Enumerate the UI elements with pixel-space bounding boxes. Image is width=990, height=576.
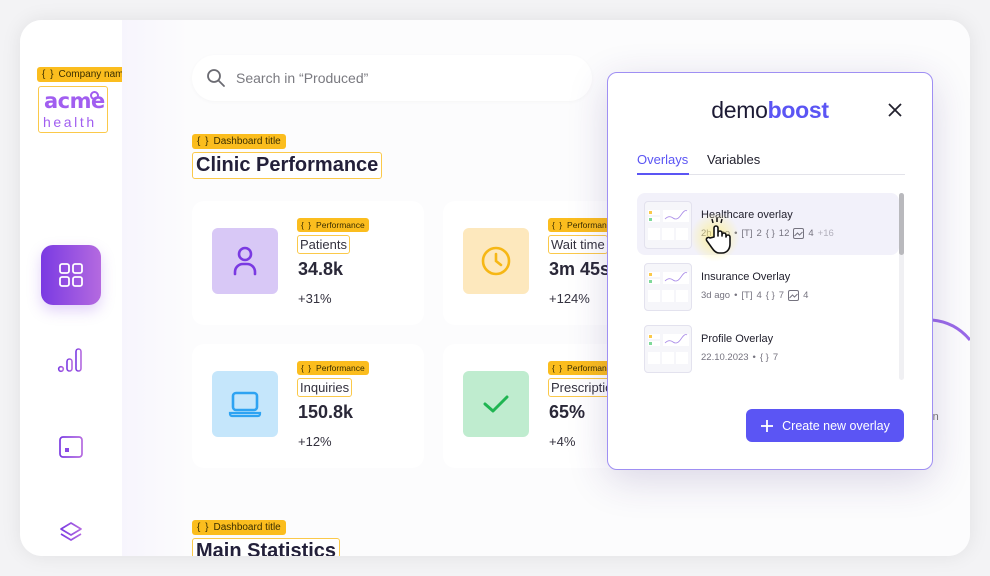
section-title: Main Statistics <box>192 538 341 556</box>
variable-count: 12 <box>778 228 790 239</box>
text-count: 2 <box>756 228 762 239</box>
page-title: Clinic Performance <box>192 152 383 179</box>
overlay-meta: 22.10.2023 • { } 7 <box>701 352 778 363</box>
image-icon <box>788 290 800 301</box>
dashboard-thumbnail-icon <box>648 334 689 364</box>
more-count: +16 <box>817 228 834 239</box>
overlay-time: 3d ago <box>701 290 731 301</box>
performance-variable-tag[interactable]: { } Performance <box>297 215 369 233</box>
braces-icon: { } <box>765 290 775 301</box>
text-field-icon: [T] <box>741 228 753 239</box>
clock-icon <box>481 246 511 276</box>
dashboard-thumbnail-icon <box>648 272 689 302</box>
overlay-title: Profile Overlay <box>701 333 774 345</box>
section-title-variable-tag[interactable]: { } Dashboard title <box>192 517 286 535</box>
braces-icon: { } <box>301 363 313 373</box>
dashboard-title-variable-tag[interactable]: { } Dashboard title <box>192 131 286 149</box>
braces-icon: { } <box>552 220 564 230</box>
laptop-icon <box>228 391 262 418</box>
nav-dashboard-button[interactable] <box>41 245 101 305</box>
stat-label: Inquiries <box>297 378 353 397</box>
stat-value: 65% <box>549 402 586 422</box>
create-new-overlay-button[interactable]: Create new overlay <box>746 409 904 442</box>
panel-tabs: Overlays Variables <box>637 151 905 175</box>
nav-analytics-button[interactable] <box>41 330 101 390</box>
company-name-variable-tag[interactable]: { } Company name <box>37 64 135 82</box>
overlay-meta: 3d ago • [T] 4 { } 7 4 <box>701 290 808 301</box>
search-input[interactable]: Search in “Produced” <box>192 55 592 101</box>
logo-word-health: health <box>43 114 97 130</box>
braces-icon: { } <box>197 136 210 147</box>
overlay-time: 22.10.2023 <box>701 352 749 363</box>
braces-icon: { } <box>42 69 55 80</box>
separator-dot: • <box>752 352 756 363</box>
overlay-title: Insurance Overlay <box>701 271 791 283</box>
braces-icon: { } <box>197 522 210 533</box>
variable-count: 7 <box>778 290 785 301</box>
company-logo: acme health <box>38 86 108 133</box>
icon-tile <box>212 228 278 294</box>
image-count: 4 <box>808 228 814 239</box>
braces-icon: { } <box>765 228 775 239</box>
stat-change: +31% <box>298 291 332 306</box>
stat-value: 150.8k <box>298 402 354 422</box>
nav-calendar-button[interactable] <box>41 416 101 476</box>
icon-tile <box>212 371 278 437</box>
bar-chart-icon <box>57 348 82 373</box>
sidebar: { } Company name acme health <box>20 20 135 556</box>
stat-label: Patients <box>297 235 350 254</box>
calendar-icon <box>59 434 83 458</box>
active-tab-indicator <box>637 173 689 175</box>
overlay-thumbnail <box>644 325 692 373</box>
logo-dot <box>90 91 99 100</box>
overlay-item-healthcare[interactable]: Healthcare overlay 2h ago • [T]2 { }12 4… <box>637 193 899 255</box>
icon-tile <box>463 228 529 294</box>
variable-count: 7 <box>772 352 779 363</box>
close-icon[interactable] <box>886 101 904 119</box>
overlay-thumbnail <box>644 201 692 249</box>
tab-overlays[interactable]: Overlays <box>637 152 688 167</box>
overlay-item-insurance[interactable]: Insurance Overlay 3d ago • [T] 4 { } 7 4 <box>637 255 899 317</box>
braces-icon: { } <box>301 220 313 230</box>
chart-arc <box>931 318 970 341</box>
demoboost-logo: demoboost <box>711 97 829 123</box>
icon-tile <box>463 371 529 437</box>
stat-value: 34.8k <box>298 259 344 279</box>
overlay-thumbnail <box>644 263 692 311</box>
demoboost-panel: demoboost Overlays Variables Healthcare … <box>607 72 933 470</box>
stat-change: +12% <box>298 434 332 449</box>
text-field-icon: [T] <box>741 290 753 301</box>
braces-icon: { } <box>552 363 564 373</box>
stat-value: 3m 45s <box>549 259 611 279</box>
plus-icon <box>761 419 774 432</box>
stat-change: +124% <box>549 291 590 306</box>
hand-pointer-icon <box>705 218 731 254</box>
image-icon <box>793 228 805 239</box>
stat-card-inquiries: { } Performance Inquiries 150.8k +12% <box>192 344 424 468</box>
stat-change: +4% <box>549 434 576 449</box>
dashboard-thumbnail-icon <box>648 210 689 240</box>
check-icon <box>483 395 509 413</box>
stat-label: Wait time <box>548 235 608 254</box>
image-count: 4 <box>803 290 809 301</box>
braces-icon: { } <box>759 352 769 363</box>
scrollbar-thumb[interactable] <box>899 193 904 255</box>
separator-dot: • <box>734 290 738 301</box>
overlay-list: Healthcare overlay 2h ago • [T]2 { }12 4… <box>637 193 899 380</box>
stat-card-patients: { } Performance Patients 34.8k +31% <box>192 201 424 325</box>
overlay-item-profile[interactable]: Profile Overlay 22.10.2023 • { } 7 <box>637 317 899 379</box>
nav-layers-button[interactable] <box>41 502 101 556</box>
overlay-list-scrollbar[interactable] <box>899 193 904 380</box>
search-icon <box>207 69 225 87</box>
search-placeholder: Search in “Produced” <box>236 70 369 86</box>
tab-variables[interactable]: Variables <box>707 152 760 167</box>
text-count: 4 <box>756 290 762 301</box>
layers-icon <box>60 522 82 541</box>
user-icon <box>233 246 257 276</box>
performance-variable-tag[interactable]: { } Performance <box>297 358 369 376</box>
grid-icon <box>59 263 83 287</box>
